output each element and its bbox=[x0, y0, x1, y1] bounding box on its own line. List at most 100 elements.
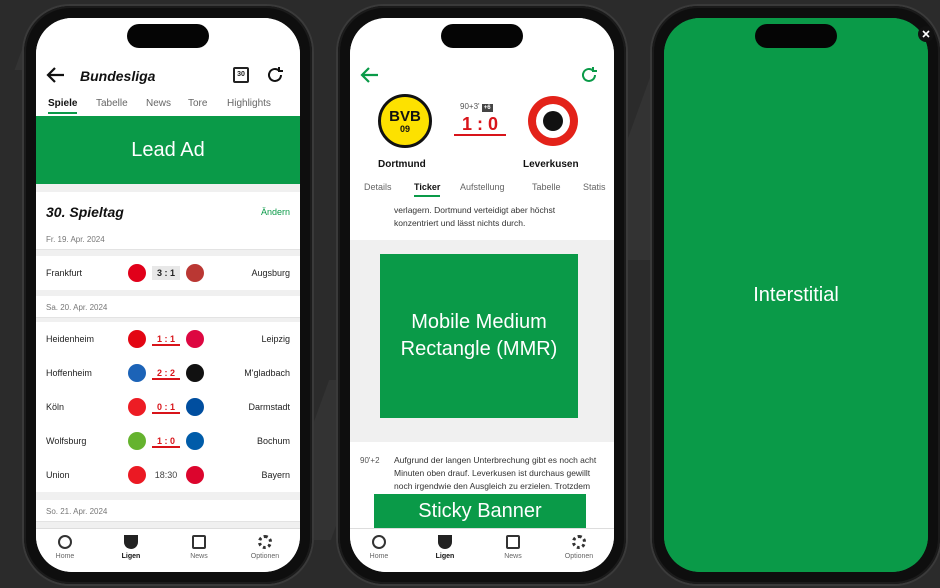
refresh-icon[interactable] bbox=[580, 66, 598, 84]
match-score: 1 : 0 bbox=[152, 434, 180, 448]
nav-optionen[interactable]: Optionen bbox=[554, 535, 604, 560]
match-minute: 90+3' +6 bbox=[460, 102, 493, 112]
change-matchday-link[interactable]: Ändern bbox=[261, 207, 290, 217]
refresh-icon[interactable] bbox=[266, 66, 284, 84]
match-row[interactable]: Köln 0 : 1 Darmstadt bbox=[36, 390, 300, 424]
dynamic-island bbox=[127, 24, 209, 48]
away-team-name: Leverkusen bbox=[523, 159, 579, 170]
match-row[interactable]: Union 18:30 Bayern bbox=[36, 458, 300, 492]
match-score: 0 : 1 bbox=[152, 400, 180, 414]
match-row[interactable]: Heidenheim 1 : 1 Leipzig bbox=[36, 322, 300, 356]
home-crest-icon bbox=[128, 398, 146, 416]
home-team: Union bbox=[46, 470, 70, 480]
match-row[interactable]: Wolfsburg 1 : 0 Bochum bbox=[36, 424, 300, 458]
tab-statistik[interactable]: Statis bbox=[583, 182, 606, 192]
ticker-minute: 90'+2 bbox=[360, 456, 380, 465]
nav-label: Ligen bbox=[121, 553, 141, 560]
away-crest-icon bbox=[186, 330, 204, 348]
matchday-title: 30. Spieltag bbox=[46, 204, 124, 220]
tab-details[interactable]: Details bbox=[364, 182, 392, 192]
nav-label: Home bbox=[369, 553, 389, 560]
lead-ad[interactable]: Lead Ad bbox=[36, 116, 300, 184]
match-tabs: Details Ticker Aufstellung Tabelle Stati… bbox=[350, 182, 614, 200]
nav-ligen[interactable]: Ligen bbox=[420, 535, 470, 560]
tab-news[interactable]: News bbox=[146, 98, 171, 109]
home-crest-icon bbox=[128, 432, 146, 450]
away-team: Bochum bbox=[256, 436, 290, 446]
newspaper-icon bbox=[192, 535, 206, 549]
nav-label: Optionen bbox=[250, 553, 280, 560]
nav-label: Home bbox=[55, 553, 75, 560]
back-arrow-icon[interactable] bbox=[360, 66, 380, 84]
calendar-icon[interactable]: 30 bbox=[233, 67, 249, 83]
nav-home[interactable]: Home bbox=[40, 535, 90, 560]
bottom-nav: Home Ligen News Optionen bbox=[350, 528, 614, 572]
nav-label: News bbox=[190, 553, 208, 560]
home-team: Heidenheim bbox=[46, 334, 95, 344]
away-crest-icon bbox=[186, 364, 204, 382]
home-team: Hoffenheim bbox=[46, 368, 92, 378]
gear-icon bbox=[572, 535, 586, 549]
dortmund-crest-icon: BVB 09 bbox=[378, 94, 432, 148]
match-row[interactable]: Hoffenheim 2 : 2 M'gladbach bbox=[36, 356, 300, 390]
ticker-feed: verlagern. Dortmund verteidigt aber höch… bbox=[350, 200, 614, 530]
nav-label: News bbox=[504, 553, 522, 560]
sticky-banner-ad[interactable]: Sticky Banner bbox=[374, 494, 586, 528]
phone-match-ticker: BVB 09 Dortmund Leverkusen 90+3' +6 1 : … bbox=[338, 6, 626, 584]
nav-home[interactable]: Home bbox=[354, 535, 404, 560]
extra-time-badge: +6 bbox=[481, 104, 493, 112]
trophy-icon bbox=[124, 535, 138, 549]
date-header: Sa. 20. Apr. 2024 bbox=[36, 296, 300, 318]
match-score: 3 : 1 bbox=[152, 266, 180, 280]
home-crest-icon bbox=[128, 330, 146, 348]
crest-text: BVB bbox=[389, 107, 421, 125]
tab-aufstellung[interactable]: Aufstellung bbox=[460, 182, 505, 192]
back-arrow-icon[interactable] bbox=[46, 66, 66, 84]
page-title: Bundesliga bbox=[80, 68, 156, 84]
home-crest-icon bbox=[128, 466, 146, 484]
home-crest-icon bbox=[128, 264, 146, 282]
interstitial-ad[interactable]: Interstitial bbox=[664, 18, 928, 572]
tab-ticker[interactable]: Ticker bbox=[414, 182, 441, 197]
tab-spiele[interactable]: Spiele bbox=[48, 98, 78, 114]
tab-tabelle[interactable]: Tabelle bbox=[96, 98, 128, 109]
away-team: Augsburg bbox=[251, 268, 290, 278]
dynamic-island bbox=[755, 24, 837, 48]
home-team: Frankfurt bbox=[46, 268, 83, 278]
match-score: 2 : 2 bbox=[152, 366, 180, 380]
home-crest-icon bbox=[128, 364, 146, 382]
nav-news[interactable]: News bbox=[488, 535, 538, 560]
away-crest-icon bbox=[186, 264, 204, 282]
tab-tore[interactable]: Tore bbox=[188, 98, 207, 109]
soccer-ball-icon bbox=[372, 535, 386, 549]
tab-highlights[interactable]: Highlights bbox=[227, 98, 271, 109]
matchday-header: 30. Spieltag Ändern bbox=[36, 192, 300, 228]
home-team: Wolfsburg bbox=[46, 436, 87, 446]
nav-label: Optionen bbox=[564, 553, 594, 560]
match-score: 18:30 bbox=[154, 470, 178, 480]
nav-news[interactable]: News bbox=[174, 535, 224, 560]
date-header: Fr. 19. Apr. 2024 bbox=[36, 228, 300, 250]
nav-ligen[interactable]: Ligen bbox=[106, 535, 156, 560]
match-score: 1 : 1 bbox=[152, 332, 180, 346]
soccer-ball-icon bbox=[58, 535, 72, 549]
away-crest-icon bbox=[186, 466, 204, 484]
mmr-ad[interactable]: Mobile Medium Rectangle (MMR) bbox=[380, 254, 578, 418]
tab-tabelle[interactable]: Tabelle bbox=[532, 182, 561, 192]
match-list: 30. Spieltag Ändern Fr. 19. Apr. 2024 Fr… bbox=[36, 184, 300, 530]
screen-matchday: Bundesliga 30 Spiele Tabelle News Tore H… bbox=[36, 18, 300, 572]
dynamic-island bbox=[441, 24, 523, 48]
match-row[interactable]: Frankfurt 3 : 1 Augsburg bbox=[36, 256, 300, 290]
leverkusen-crest-icon bbox=[528, 96, 578, 146]
away-crest-icon bbox=[186, 432, 204, 450]
away-team: Leipzig bbox=[261, 334, 290, 344]
crest-number: 09 bbox=[399, 123, 410, 134]
gear-icon bbox=[258, 535, 272, 549]
tab-bar: Spiele Tabelle News Tore Highlights bbox=[36, 98, 300, 118]
phone-bundesliga: Bundesliga 30 Spiele Tabelle News Tore H… bbox=[24, 6, 312, 584]
away-crest-icon bbox=[186, 398, 204, 416]
away-team: Bayern bbox=[261, 470, 290, 480]
close-icon[interactable] bbox=[918, 26, 934, 42]
home-team-name: Dortmund bbox=[378, 159, 426, 170]
nav-optionen[interactable]: Optionen bbox=[240, 535, 290, 560]
